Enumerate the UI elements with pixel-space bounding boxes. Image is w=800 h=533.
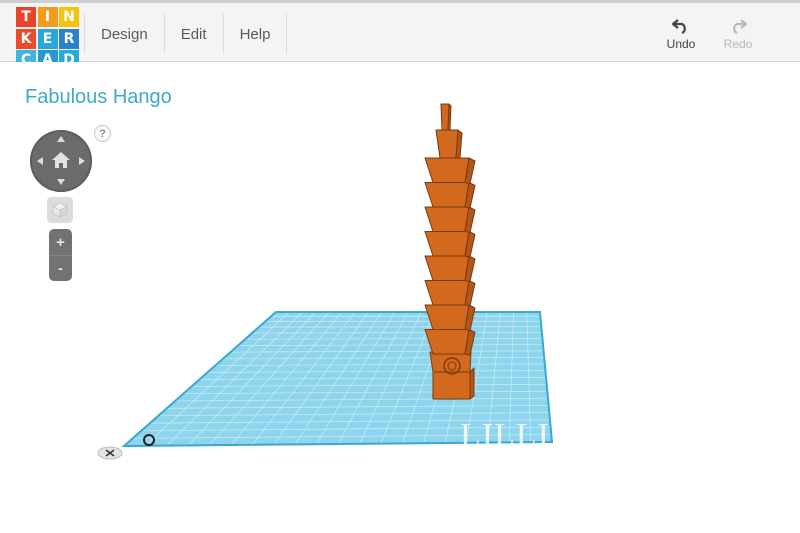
logo-letter: T: [16, 7, 36, 27]
logo-letter: R: [59, 28, 79, 49]
main-menu: Design Edit Help: [84, 14, 288, 54]
zoom-out-button[interactable]: -: [49, 255, 72, 281]
scene-viewport[interactable]: [0, 62, 800, 533]
watermark-main: LILLIAN: [460, 417, 602, 454]
orbit-control[interactable]: [30, 130, 92, 192]
undo-label: Undo: [666, 37, 696, 51]
undo-icon: [671, 19, 686, 34]
redo-icon: [733, 19, 748, 34]
view-cube-icon[interactable]: [47, 197, 73, 223]
redo-button[interactable]: Redo: [715, 18, 761, 51]
redo-label: Redo: [723, 37, 753, 51]
tinkercad-logo[interactable]: TINKERCAD: [16, 7, 79, 70]
zoom-control: + -: [49, 229, 72, 281]
tower-model[interactable]: [424, 103, 476, 400]
menu-help[interactable]: Help: [224, 14, 288, 54]
logo-letter: E: [37, 28, 58, 49]
axis-x-icon: [97, 446, 123, 460]
watermark: LILLIAN Morning 3D Studio: [460, 417, 602, 464]
design-title[interactable]: Fabulous Hango: [25, 86, 172, 109]
orbit-up-icon[interactable]: [57, 136, 65, 142]
logo-letter: N: [59, 7, 79, 27]
menu-edit[interactable]: Edit: [165, 14, 224, 54]
menu-design[interactable]: Design: [84, 14, 165, 54]
top-toolbar: TINKERCAD Design Edit Help Undo Redo: [0, 0, 800, 70]
orbit-right-icon[interactable]: [79, 157, 85, 165]
undo-button[interactable]: Undo: [658, 18, 704, 51]
orbit-left-icon[interactable]: [37, 157, 43, 165]
logo-letter: I: [37, 7, 58, 27]
top-border: [0, 0, 800, 3]
logo-letter: K: [16, 28, 36, 49]
home-icon[interactable]: [51, 151, 71, 169]
help-icon[interactable]: ?: [94, 125, 111, 142]
zoom-in-button[interactable]: +: [49, 229, 72, 255]
orbit-down-icon[interactable]: [57, 179, 65, 185]
